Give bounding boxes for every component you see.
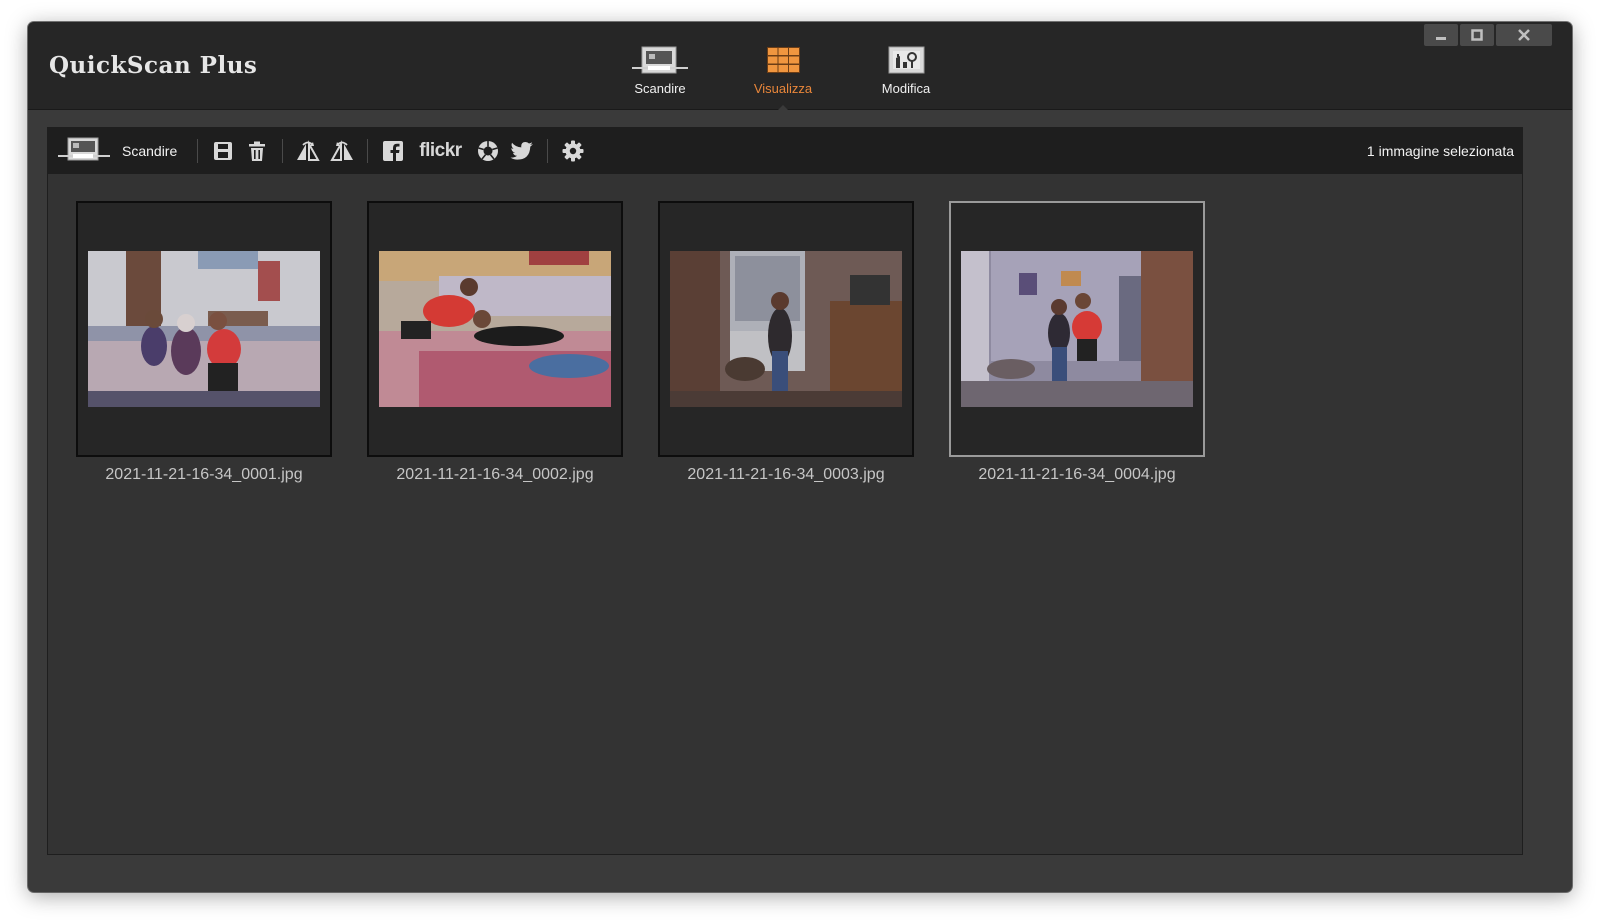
toolbar-divider	[197, 139, 199, 163]
tab-modifica-label: Modifica	[881, 81, 931, 96]
close-button[interactable]	[1496, 24, 1552, 46]
trash-icon	[249, 141, 266, 161]
viewer-toolbar: Scandire flickr 1 immagine selezionata	[48, 128, 1522, 174]
delete-button[interactable]	[243, 136, 271, 166]
scan-button-label: Scandire	[122, 143, 178, 159]
window-controls	[1424, 24, 1552, 46]
edit-tools-icon	[888, 46, 925, 74]
thumbnail-frame	[949, 201, 1205, 457]
tab-modifica[interactable]: Modifica	[856, 44, 956, 104]
maximize-icon	[1471, 29, 1483, 41]
photo-thumbnail	[88, 251, 320, 407]
picasa-icon	[477, 141, 498, 161]
selection-status: 1 immagine selezionata	[1366, 143, 1514, 159]
toolbar-divider	[546, 139, 548, 163]
thumbnail-frame	[76, 201, 332, 457]
thumbnail-filename: 2021-11-21-16-34_0003.jpg	[687, 466, 885, 483]
thumbnail-item[interactable]: 2021-11-21-16-34_0002.jpg	[367, 201, 623, 493]
grid-view-icon	[767, 47, 800, 73]
photo-thumbnail	[379, 251, 611, 407]
share-flickr-button[interactable]: flickr	[413, 136, 467, 166]
toolbar-divider	[367, 139, 369, 163]
app-title: QuickScan Plus	[49, 52, 258, 79]
thumbnail-item[interactable]: 2021-11-21-16-34_0001.jpg	[76, 201, 332, 493]
tab-scandire-label: Scandire	[634, 81, 686, 96]
thumbnail-filename: 2021-11-21-16-34_0001.jpg	[105, 466, 303, 483]
settings-icon	[562, 140, 584, 162]
thumbnail-filename: 2021-11-21-16-34_0002.jpg	[396, 466, 594, 483]
maximize-button[interactable]	[1460, 24, 1494, 46]
active-tab-indicator	[777, 105, 789, 111]
twitter-icon	[510, 142, 533, 160]
facebook-icon	[383, 141, 404, 161]
settings-button[interactable]	[559, 136, 587, 166]
minimize-button[interactable]	[1424, 24, 1458, 46]
tab-visualizza[interactable]: Visualizza	[733, 44, 833, 111]
flip-horizontal-button[interactable]	[294, 136, 322, 166]
share-facebook-button[interactable]	[379, 136, 407, 166]
title-bar: QuickScan Plus Scandire Visualizza Modif…	[28, 22, 1572, 111]
scanner-icon	[632, 46, 688, 74]
thumbnail-filename: 2021-11-21-16-34_0004.jpg	[978, 466, 1176, 483]
flickr-icon: flickr	[419, 140, 462, 161]
flip-vertical-button[interactable]	[328, 136, 356, 166]
tab-scandire[interactable]: Scandire	[610, 44, 710, 104]
flip-horizontal-icon	[297, 140, 320, 161]
photo-thumbnail	[670, 251, 902, 407]
scanner-icon	[58, 137, 110, 161]
thumbnail-item-selected[interactable]: 2021-11-21-16-34_0004.jpg	[949, 201, 1205, 493]
share-twitter-button[interactable]	[508, 136, 536, 166]
share-picasa-button[interactable]	[474, 136, 502, 166]
scan-button[interactable]: Scandire	[58, 136, 177, 166]
toolbar-divider	[282, 139, 284, 163]
thumbnail-item[interactable]: 2021-11-21-16-34_0003.jpg	[658, 201, 914, 493]
thumbnail-frame	[367, 201, 623, 457]
thumbnail-frame	[658, 201, 914, 457]
app-window: QuickScan Plus Scandire Visualizza Modif…	[28, 22, 1572, 892]
save-button[interactable]	[209, 136, 237, 166]
close-icon	[1518, 29, 1530, 41]
save-icon	[214, 142, 233, 160]
viewer-panel: Scandire flickr 1 immagine selezionata 2…	[47, 127, 1523, 855]
minimize-icon	[1436, 37, 1446, 40]
tab-visualizza-label: Visualizza	[753, 81, 813, 96]
photo-thumbnail	[961, 251, 1193, 407]
flip-vertical-icon	[330, 140, 354, 161]
